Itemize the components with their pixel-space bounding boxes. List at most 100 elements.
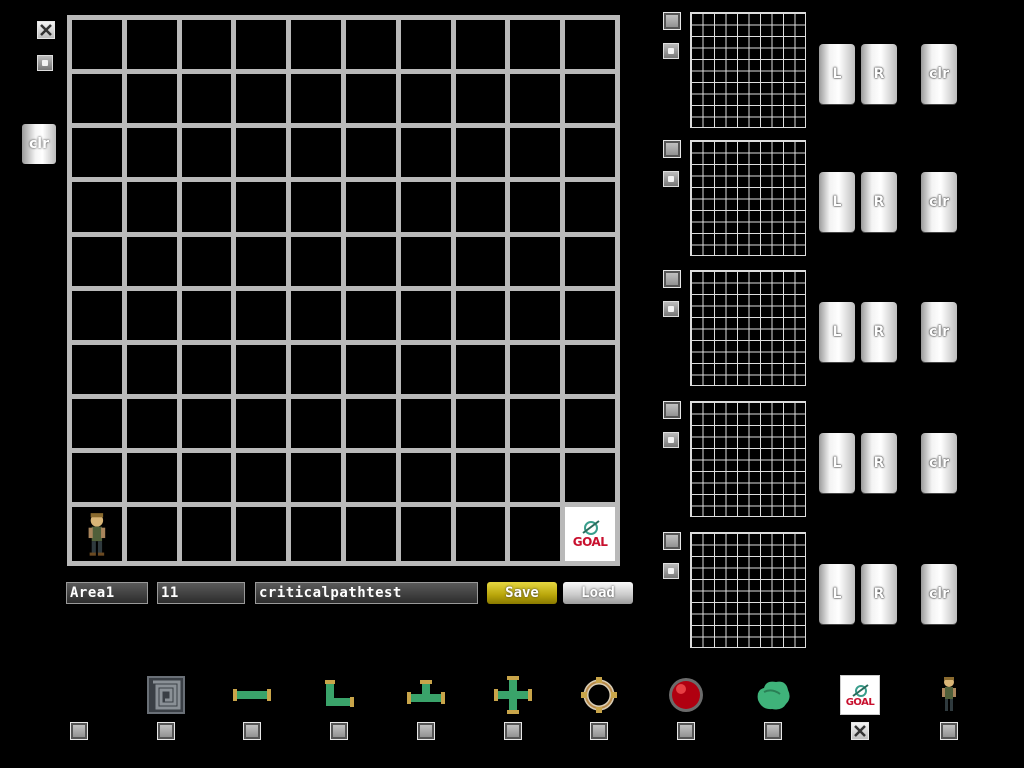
grid-cell[interactable] (181, 182, 232, 232)
character-icon[interactable] (929, 675, 969, 715)
grid-cell[interactable] (181, 20, 232, 70)
grid-cell[interactable] (72, 398, 122, 449)
grid-cell[interactable] (291, 236, 341, 286)
layer-rotate-left-button[interactable]: L (819, 302, 855, 362)
grid-cell[interactable] (565, 290, 615, 340)
grid-cell[interactable] (345, 128, 396, 178)
layer-checkbox[interactable] (663, 140, 681, 158)
grid-cell[interactable] (455, 453, 506, 503)
maze-block-icon[interactable] (146, 675, 186, 715)
grid-cell[interactable] (236, 344, 287, 394)
layer-rotate-left-button[interactable]: L (819, 44, 855, 104)
palette-checkbox[interactable] (764, 722, 782, 740)
grid-cell[interactable] (455, 290, 506, 340)
palette-checkbox[interactable] (417, 722, 435, 740)
grid-cell[interactable] (455, 236, 506, 286)
grid-cell[interactable] (565, 128, 615, 178)
layer-checkbox[interactable] (663, 532, 681, 550)
grid-cell[interactable] (510, 74, 561, 124)
layer-rotate-right-button[interactable]: R (861, 172, 897, 232)
layer-clear-button[interactable]: clr (921, 44, 957, 104)
red-orb-icon[interactable] (666, 675, 706, 715)
grid-cell[interactable] (400, 236, 451, 286)
grid-cell[interactable] (236, 236, 287, 286)
grid-cell[interactable] (455, 74, 506, 124)
grid-cell[interactable] (72, 344, 122, 394)
grid-cell[interactable] (510, 344, 561, 394)
grid-cell[interactable] (291, 398, 341, 449)
grid-cell[interactable] (181, 74, 232, 124)
grid-cell[interactable] (455, 128, 506, 178)
grid-cell[interactable] (400, 74, 451, 124)
main-grid-clear-button[interactable]: clr (22, 124, 56, 164)
number-input[interactable]: 11 (157, 582, 245, 604)
grid-cell[interactable] (565, 344, 615, 394)
grid-cell[interactable] (291, 182, 341, 232)
grid-cell[interactable] (126, 453, 177, 503)
layer-rotate-left-button[interactable]: L (819, 433, 855, 493)
grid-cell[interactable] (345, 236, 396, 286)
layer-preview-grid[interactable] (690, 532, 806, 648)
grid-cell[interactable] (291, 20, 341, 70)
grid-cell[interactable] (400, 507, 451, 561)
grid-cell[interactable] (455, 398, 506, 449)
layer-preview-grid[interactable] (690, 12, 806, 128)
grid-cell[interactable] (126, 74, 177, 124)
grid-cell[interactable] (236, 182, 287, 232)
grid-cell[interactable] (345, 290, 396, 340)
layer-preview-grid[interactable] (690, 401, 806, 517)
layer-rotate-left-button[interactable]: L (819, 172, 855, 232)
grid-cell[interactable] (345, 74, 396, 124)
layer-toggle-button[interactable] (663, 563, 679, 579)
palette-checkbox[interactable] (243, 722, 261, 740)
layer-preview-grid[interactable] (690, 140, 806, 256)
layer-toggle-button[interactable] (663, 43, 679, 59)
grid-cell[interactable] (126, 182, 177, 232)
layer-clear-button[interactable]: clr (921, 172, 957, 232)
grid-cell[interactable] (345, 507, 396, 561)
main-grid-close-checkbox[interactable] (37, 21, 55, 39)
grid-cell[interactable] (565, 398, 615, 449)
layer-toggle-button[interactable] (663, 171, 679, 187)
grid-cell[interactable] (400, 344, 451, 394)
ring-valve-icon[interactable] (579, 675, 619, 715)
grid-cell[interactable] (236, 290, 287, 340)
grid-cell[interactable] (236, 74, 287, 124)
grid-cell[interactable] (181, 507, 232, 561)
palette-checkbox[interactable] (70, 722, 88, 740)
palette-checkbox[interactable] (157, 722, 175, 740)
grid-cell[interactable] (400, 20, 451, 70)
grid-cell[interactable] (291, 128, 341, 178)
grid-cell[interactable] (236, 507, 287, 561)
palette-checkbox[interactable] (330, 722, 348, 740)
grid-cell[interactable] (345, 20, 396, 70)
grid-cell[interactable] (345, 182, 396, 232)
grid-cell[interactable] (510, 398, 561, 449)
grid-cell[interactable] (510, 453, 561, 503)
layer-clear-button[interactable]: clr (921, 302, 957, 362)
layer-rotate-right-button[interactable]: R (861, 302, 897, 362)
grid-cell[interactable] (236, 398, 287, 449)
straight-pipe-icon[interactable] (232, 675, 272, 715)
grid-cell[interactable] (181, 290, 232, 340)
palette-checkbox[interactable] (590, 722, 608, 740)
grid-cell[interactable] (455, 182, 506, 232)
palette-checkbox[interactable] (851, 722, 869, 740)
grid-cell[interactable] (181, 398, 232, 449)
main-grid-toggle-button[interactable] (37, 55, 53, 71)
palette-checkbox[interactable] (940, 722, 958, 740)
cross-pipe-icon[interactable] (493, 675, 533, 715)
layer-rotate-right-button[interactable]: R (861, 433, 897, 493)
grid-cell[interactable] (455, 344, 506, 394)
grid-cell[interactable] (72, 128, 122, 178)
grid-cell[interactable] (400, 398, 451, 449)
grid-cell[interactable] (565, 453, 615, 503)
grid-cell[interactable]: GOAL (565, 507, 615, 561)
grid-cell[interactable] (126, 236, 177, 286)
grid-cell[interactable] (126, 20, 177, 70)
grid-cell[interactable] (400, 128, 451, 178)
grid-cell[interactable] (345, 453, 396, 503)
layer-preview-grid[interactable] (690, 270, 806, 386)
grid-cell[interactable] (565, 236, 615, 286)
load-button[interactable]: Load (563, 582, 633, 604)
